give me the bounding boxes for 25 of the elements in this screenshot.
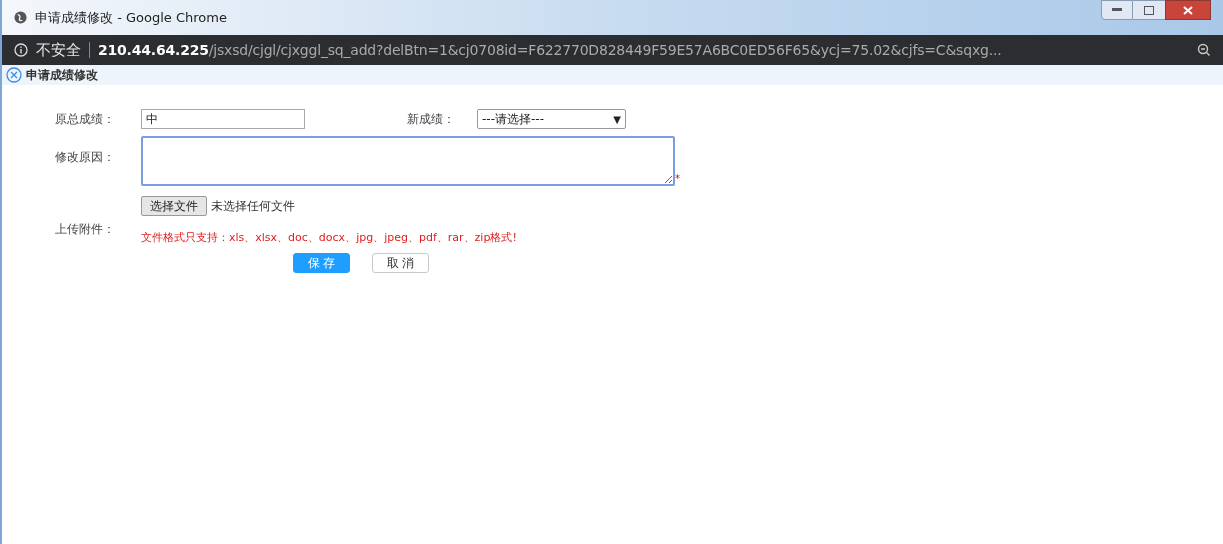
security-label[interactable]: 不安全 [36,38,81,62]
choose-file-button[interactable]: 选择文件 [141,196,207,216]
original-score-field[interactable]: 中 [141,109,305,129]
close-button[interactable] [1165,0,1211,20]
url-text[interactable]: 210.44.64.225/jsxsd/cjgl/cjxggl_sq_add?delBtn=1&cj0708id=F622770D828449F59E57A6BC0ED56F65&ycj=75.02&cjfs=C&sqxg... [98,39,1002,61]
field-label: 原总成绩： [55,111,116,128]
zoom-out-icon[interactable] [1197,43,1211,57]
minimize-icon [1112,8,1122,12]
info-icon [14,43,28,57]
field-label: 修改原因： [55,149,116,166]
window-title: 申请成绩修改 - Google Chrome [35,8,227,27]
field-label: 新成绩： [407,111,456,128]
field-label: 上传附件： [55,221,116,238]
required-mark: * [675,172,680,186]
page-title: 申请成绩修改 [26,67,98,84]
maximize-icon [1144,5,1154,15]
format-note: 文件格式只支持：xls、xlsx、doc、docx、jpg、jpeg、pdf、rar、zip格式! [141,230,517,246]
reason-field[interactable] [141,136,675,186]
cancel-button[interactable]: 取 消 [372,252,429,273]
close-icon [1183,5,1193,15]
maximize-button[interactable] [1133,0,1165,20]
minimize-button[interactable] [1101,0,1133,20]
new-score-select[interactable]: ---请选择--- ▼ [477,109,626,129]
file-status: 未选择任何文件 [211,198,295,215]
close-circle-icon[interactable] [6,67,22,83]
